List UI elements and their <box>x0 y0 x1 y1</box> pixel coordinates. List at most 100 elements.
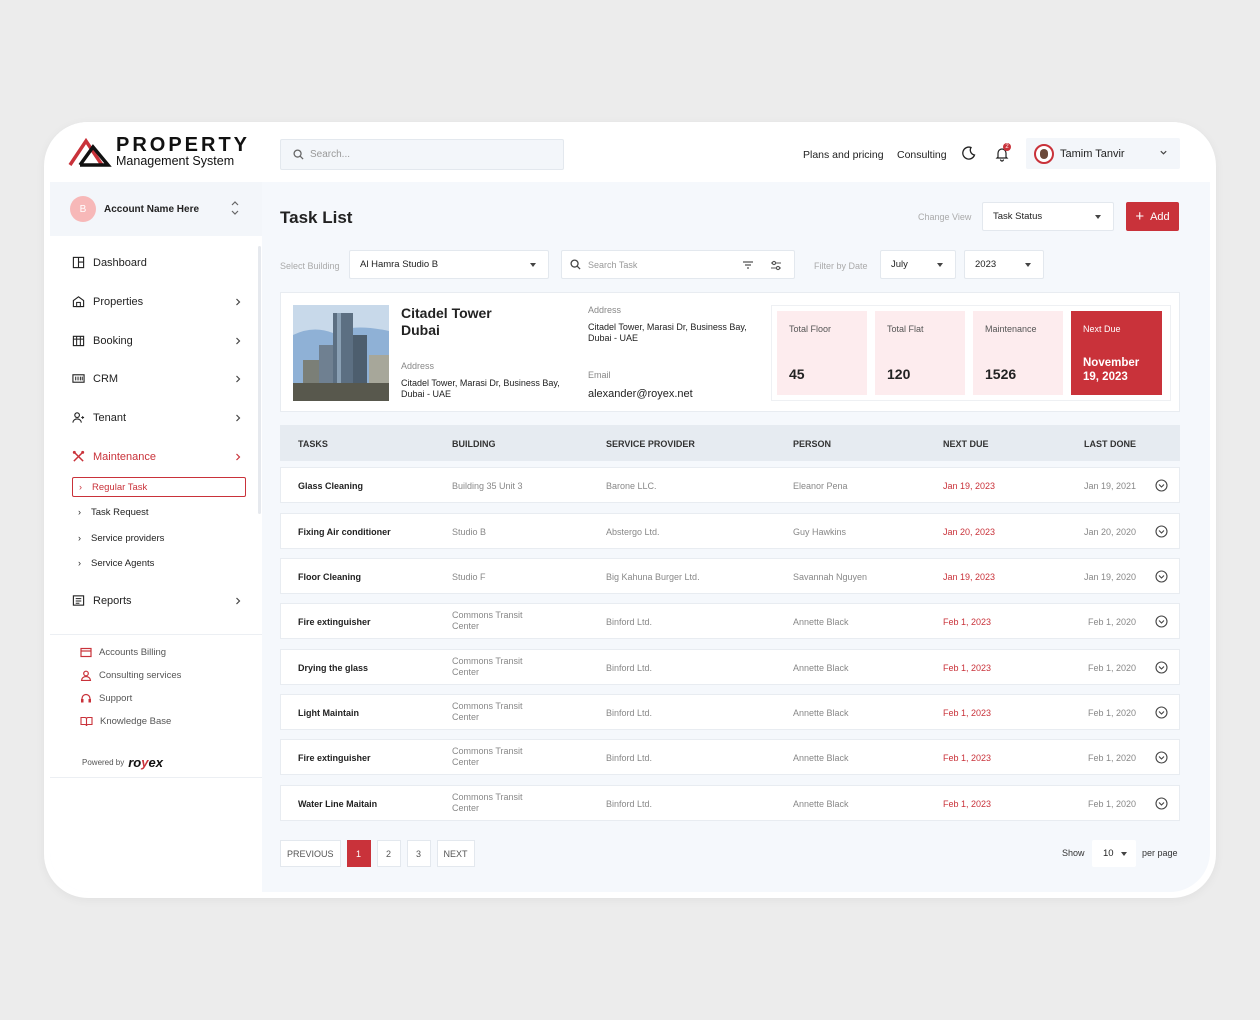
subnav-service-providers[interactable]: › Service providers <box>72 528 246 548</box>
chevron-down-circle-icon <box>1155 706 1168 719</box>
consulting-link[interactable]: Consulting <box>897 149 947 161</box>
dark-mode-toggle[interactable] <box>962 146 976 165</box>
app-frame: PROPERTY Management System Search... Pla… <box>44 122 1216 898</box>
sliders-icon[interactable] <box>770 260 782 271</box>
expand-row-button[interactable] <box>1155 479 1168 494</box>
email-label: Email <box>588 370 611 380</box>
plans-pricing-link[interactable]: Plans and pricing <box>803 149 884 161</box>
sidebar-item-label: Properties <box>93 295 144 308</box>
expand-row-button[interactable] <box>1155 525 1168 540</box>
next-due-cell: Feb 1, 2023 <box>943 708 992 718</box>
sidebar-item-reports[interactable]: Reports <box>72 594 242 607</box>
chevron-right-icon <box>236 298 241 305</box>
table-header: TASKS BUILDING SERVICE PROVIDER PERSON N… <box>280 425 1180 461</box>
table-row[interactable]: Water Line Maitain Commons Transit Center… <box>280 785 1180 821</box>
next-due-cell: Jan 20, 2023 <box>943 527 996 537</box>
consulting-services-link[interactable]: Consulting services <box>80 670 181 681</box>
account-avatar: B <box>70 196 96 222</box>
per-page-select[interactable]: 10 <box>1092 840 1136 867</box>
card-icon <box>80 647 92 658</box>
previous-button[interactable]: PREVIOUS <box>280 840 341 867</box>
search-input[interactable]: Search... <box>280 139 564 170</box>
subnav-regular-task[interactable]: › Regular Task <box>72 477 246 497</box>
year-select[interactable]: 2023 <box>964 250 1044 279</box>
sidebar-item-tenant[interactable]: Tenant <box>72 411 242 424</box>
reports-icon <box>72 595 85 606</box>
table-row[interactable]: Fire extinguisher Commons Transit Center B… <box>280 739 1180 775</box>
filter-date-label: Filter by Date <box>814 261 868 271</box>
sidebar-item-properties[interactable]: Properties <box>72 295 242 308</box>
search-icon <box>293 149 304 160</box>
notifications-button[interactable]: 2 <box>994 143 1011 167</box>
link-label: Consulting services <box>99 670 182 681</box>
select-value: Al Hamra Studio B <box>360 259 439 270</box>
sidebar-item-dashboard[interactable]: Dashboard <box>72 256 242 269</box>
next-due-cell: Jan 19, 2023 <box>943 572 996 582</box>
month-select[interactable]: July <box>880 250 956 279</box>
service-provider-cell: Binford Ltd. <box>606 708 653 718</box>
table-row[interactable]: Light Maintain Commons Transit Center Binf… <box>280 694 1180 730</box>
brand-logo[interactable]: PROPERTY Management System <box>68 135 250 167</box>
service-provider-cell: Binford Ltd. <box>606 799 653 809</box>
next-due-cell: Feb 1, 2023 <box>943 617 992 627</box>
account-switcher[interactable]: B Account Name Here <box>50 182 262 236</box>
expand-row-button[interactable] <box>1155 615 1168 630</box>
sidebar-item-label: Maintenance <box>93 450 156 463</box>
expand-row-button[interactable] <box>1155 797 1168 812</box>
column-header[interactable]: SERVICE PROVIDER <box>606 439 695 449</box>
column-header[interactable]: LAST DONE <box>1084 439 1136 449</box>
sidebar-bottom-panel: Accounts Billing Consulting services Sup… <box>50 634 262 778</box>
table-row[interactable]: Floor Cleaning Studio F Big Kahuna Burger … <box>280 558 1180 594</box>
stat-value: 120 <box>887 366 911 382</box>
subnav-task-request[interactable]: › Task Request <box>72 502 246 522</box>
table-row[interactable]: Drying the glass Commons Transit Center Bi… <box>280 649 1180 685</box>
column-header[interactable]: PERSON <box>793 439 831 449</box>
dashboard-icon <box>72 256 85 269</box>
support-link[interactable]: Support <box>80 693 132 704</box>
page-button-1[interactable]: 1 <box>346 840 371 867</box>
expand-row-button[interactable] <box>1155 661 1168 676</box>
chevron-down-circle-icon <box>1155 525 1168 538</box>
knowledge-base-link[interactable]: Knowledge Base <box>80 716 171 727</box>
add-button[interactable]: + Add <box>1126 202 1179 231</box>
column-header[interactable]: NEXT DUE <box>943 439 989 449</box>
person-cell: Savannah Nguyen <box>793 572 868 582</box>
expand-row-button[interactable] <box>1155 570 1168 585</box>
pagination: PREVIOUS 1 2 3 NEXT <box>280 840 481 867</box>
top-bar: PROPERTY Management System Search... Pla… <box>50 122 1210 182</box>
column-header[interactable]: BUILDING <box>452 439 496 449</box>
chevron-right-icon <box>236 375 241 382</box>
person-cell: Annette Black <box>793 753 849 763</box>
sidebar-item-maintenance[interactable]: Maintenance <box>72 450 242 463</box>
page-title: Task List <box>280 208 353 227</box>
expand-row-button[interactable] <box>1155 751 1168 766</box>
sidebar-item-crm[interactable]: CRM <box>72 372 242 385</box>
table-row[interactable]: Glass Cleaning Building 35 Unit 3 Barone L… <box>280 467 1180 503</box>
stat-label: Maintenance <box>985 324 1037 334</box>
page-button-2[interactable]: 2 <box>376 840 401 867</box>
table-row[interactable]: Fixing Air conditioner Studio B Abstergo L… <box>280 513 1180 549</box>
user-menu[interactable]: Tamim Tanvir <box>1026 138 1180 169</box>
subnav-label: Service Agents <box>91 557 155 569</box>
next-button[interactable]: NEXT <box>436 840 475 867</box>
page-button-3[interactable]: 3 <box>406 840 431 867</box>
last-done-cell: Jan 19, 2021 <box>1083 481 1136 491</box>
sidebar-scrollbar[interactable] <box>258 246 261 514</box>
chevron-down-icon <box>1160 150 1167 155</box>
building-email[interactable]: alexander@royex.net <box>588 389 693 400</box>
search-task-input[interactable]: Search Task <box>561 250 795 279</box>
building-select[interactable]: Al Hamra Studio B <box>349 250 549 279</box>
next-due-cell: Feb 1, 2023 <box>943 799 992 809</box>
chevron-right-icon <box>236 414 241 421</box>
change-view-select[interactable]: Task Status <box>982 202 1114 231</box>
filter-icon[interactable] <box>742 260 754 270</box>
subnav-service-agents[interactable]: › Service Agents <box>72 553 246 573</box>
caret-down-icon <box>530 263 536 267</box>
accounts-billing-link[interactable]: Accounts Billing <box>80 647 166 658</box>
column-header[interactable]: TASKS <box>298 439 328 449</box>
last-done-cell: Jan 19, 2020 <box>1083 572 1136 582</box>
stat-label: Total Flat <box>887 324 924 334</box>
table-row[interactable]: Fire extinguisher Commons Transit Center B… <box>280 603 1180 639</box>
sidebar-item-booking[interactable]: Booking <box>72 334 242 347</box>
expand-row-button[interactable] <box>1155 706 1168 721</box>
